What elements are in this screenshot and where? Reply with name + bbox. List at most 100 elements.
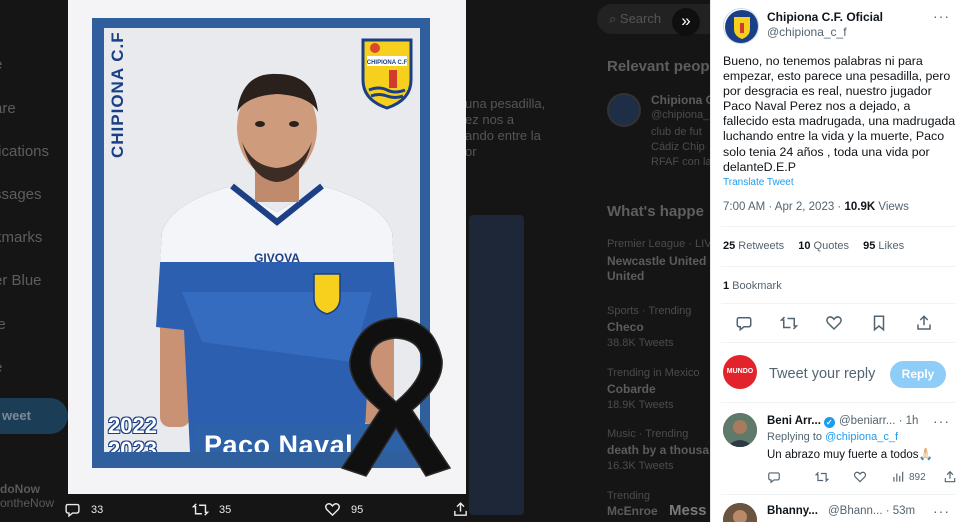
reply-views-button[interactable]: 892 xyxy=(891,470,926,484)
retweets-stat[interactable]: 25 Retweets xyxy=(723,240,784,252)
reply-time[interactable]: · 53m xyxy=(886,505,915,517)
season-top: 2022 xyxy=(108,413,157,438)
views-chart-icon xyxy=(893,471,904,482)
reply-heart-icon[interactable] xyxy=(853,470,867,484)
reply-avatar: MUNDO NOW xyxy=(723,355,757,409)
heart-icon[interactable] xyxy=(825,314,843,332)
media-reply-count: 33 xyxy=(91,503,104,516)
card-side-text: CHIPIONA C.F xyxy=(108,31,127,158)
relevant-bio-line: RFAF con la xyxy=(651,156,710,168)
media-retweet-count: 35 xyxy=(219,503,232,516)
trend-title: death by a thousa xyxy=(607,443,710,457)
trend-meta: Premier League · LIVE xyxy=(607,238,710,250)
media-like-button[interactable]: 95 xyxy=(324,501,363,518)
trend-title: Cobarde xyxy=(607,382,656,396)
media-retweet-button[interactable]: 35 xyxy=(192,501,231,518)
reply-handle-text[interactable]: @Bhann... xyxy=(828,505,883,517)
reply-views-count: 892 xyxy=(909,471,926,483)
reply-time[interactable]: · 1h xyxy=(899,415,919,427)
background-feed: una pesadilla, ez nos a ando entre la or xyxy=(465,0,605,522)
reply-author-handle: @beniarr... · 1h xyxy=(839,415,918,427)
account-handle[interactable]: @chipiona_c_f xyxy=(767,25,847,39)
reply-more-options-icon[interactable]: ··· xyxy=(933,413,950,429)
relevant-handle: @chipiona_ xyxy=(651,109,710,121)
nav-item-messages: ssages xyxy=(0,186,42,203)
reply-author-name[interactable]: Beni Arr... ✓ xyxy=(767,415,835,428)
feed-line: ez nos a xyxy=(465,112,515,127)
replying-to-label: Replying to xyxy=(767,431,826,443)
bookmark-icon[interactable] xyxy=(870,314,888,332)
replying-to-handle[interactable]: @chipiona_c_f xyxy=(825,431,898,443)
quotes-label: Quotes xyxy=(810,240,850,252)
account-name[interactable]: Chipiona C.F. Oficial xyxy=(767,10,883,24)
likes-stat[interactable]: 95 Likes xyxy=(863,240,904,252)
tweet-stats: 25 Retweets 10 Quotes 95 Likes xyxy=(723,240,915,252)
background-sidebar: ⌕ Search Relevant peop Chipiona C @chipi… xyxy=(597,0,710,522)
relevant-bio-line: Cádiz Chip xyxy=(651,141,705,153)
expand-panel-icon[interactable]: » xyxy=(672,8,700,36)
reply-author-name-text: Beni Arr... xyxy=(767,415,821,427)
nav-item-twitter-blue: er Blue xyxy=(0,272,42,289)
reply-author-avatar[interactable] xyxy=(723,413,757,447)
feed-line: una pesadilla, xyxy=(465,96,546,111)
divider xyxy=(721,342,955,343)
reply-author-avatar[interactable] xyxy=(723,503,757,522)
trend-count: 16.3K Tweets xyxy=(607,460,674,472)
person-avatar xyxy=(723,503,757,522)
relevant-people-heading: Relevant peop xyxy=(607,58,710,75)
trend-count: 38.8K Tweets xyxy=(607,337,674,349)
share-icon[interactable] xyxy=(915,314,933,332)
reply-more-options-icon[interactable]: ··· xyxy=(933,503,950,519)
heart-icon xyxy=(325,503,340,517)
reply-retweet-icon[interactable] xyxy=(815,470,829,484)
reply-handle-text[interactable]: @beniarr... xyxy=(839,415,895,427)
nav-item-notifications: fications xyxy=(0,143,50,160)
reply-author-handle: @Bhann... · 53m xyxy=(828,505,915,517)
reply-icon xyxy=(65,503,80,518)
likes-label: Likes xyxy=(875,240,905,252)
relevant-bio-line: club de fut xyxy=(651,126,702,138)
reply-share-icon[interactable] xyxy=(943,470,957,484)
nav-item-profile: le xyxy=(0,316,6,333)
reply-reply-icon[interactable] xyxy=(767,470,781,484)
retweets-count: 25 xyxy=(723,240,736,252)
divider xyxy=(721,402,955,403)
retweet-icon[interactable] xyxy=(779,314,799,332)
shirt-brand: GIVOVA xyxy=(254,251,300,265)
trend-count: 18.9K Tweets xyxy=(607,399,674,411)
trend-title: Checo xyxy=(607,320,644,334)
translate-tweet-link[interactable]: Translate Tweet xyxy=(723,177,794,188)
reply-text: Un abrazo muy fuerte a todos🙏🏻 xyxy=(767,449,933,461)
account-avatar[interactable] xyxy=(723,8,759,44)
reply-icon[interactable] xyxy=(735,314,753,332)
quotes-stat[interactable]: 10 Quotes xyxy=(798,240,849,252)
tweet-text: Bueno, no tenemos palabras ni para empez… xyxy=(723,54,956,174)
background-account-name: doNow xyxy=(0,482,40,496)
season-label: 2022 2023 xyxy=(108,413,157,453)
bookmarks-stat[interactable]: 1 Bookmark xyxy=(723,280,782,292)
feed-line: ando entre la xyxy=(465,128,541,143)
tweet-meta: 7:00 AM · Apr 2, 2023 · 10.9K Views xyxy=(723,201,909,213)
views-label: Views xyxy=(875,201,909,213)
divider xyxy=(721,226,955,227)
nav-item-explore: are xyxy=(0,100,16,117)
media-reply-button[interactable]: 33 xyxy=(64,501,103,518)
media-share-button[interactable] xyxy=(452,501,469,518)
tweet-timestamp[interactable]: 7:00 AM · Apr 2, 2023 · xyxy=(723,201,844,213)
reply-author-name[interactable]: Bhanny... xyxy=(767,505,818,517)
reply-input[interactable]: Tweet your reply xyxy=(769,366,875,382)
views-count: 10.9K xyxy=(844,201,876,213)
tweet-detail-panel: Chipiona C.F. Oficial @chipiona_c_f ··· … xyxy=(710,0,960,522)
likes-count: 95 xyxy=(863,240,876,252)
background-search-placeholder: Search xyxy=(619,11,662,26)
share-icon xyxy=(454,502,467,516)
retweets-label: Retweets xyxy=(735,240,785,252)
more-options-icon[interactable]: ··· xyxy=(933,8,950,24)
whats-happening-heading: What's happe xyxy=(607,203,704,220)
nav-item-bookmarks: kmarks xyxy=(0,229,43,246)
reply-button[interactable]: Reply xyxy=(890,361,946,388)
replying-to: Replying to @chipiona_c_f xyxy=(767,431,898,443)
reply-actions: 892 xyxy=(767,470,957,486)
season-bottom: 2023 xyxy=(108,437,157,453)
media-action-bar: 33 35 95 xyxy=(0,496,710,522)
